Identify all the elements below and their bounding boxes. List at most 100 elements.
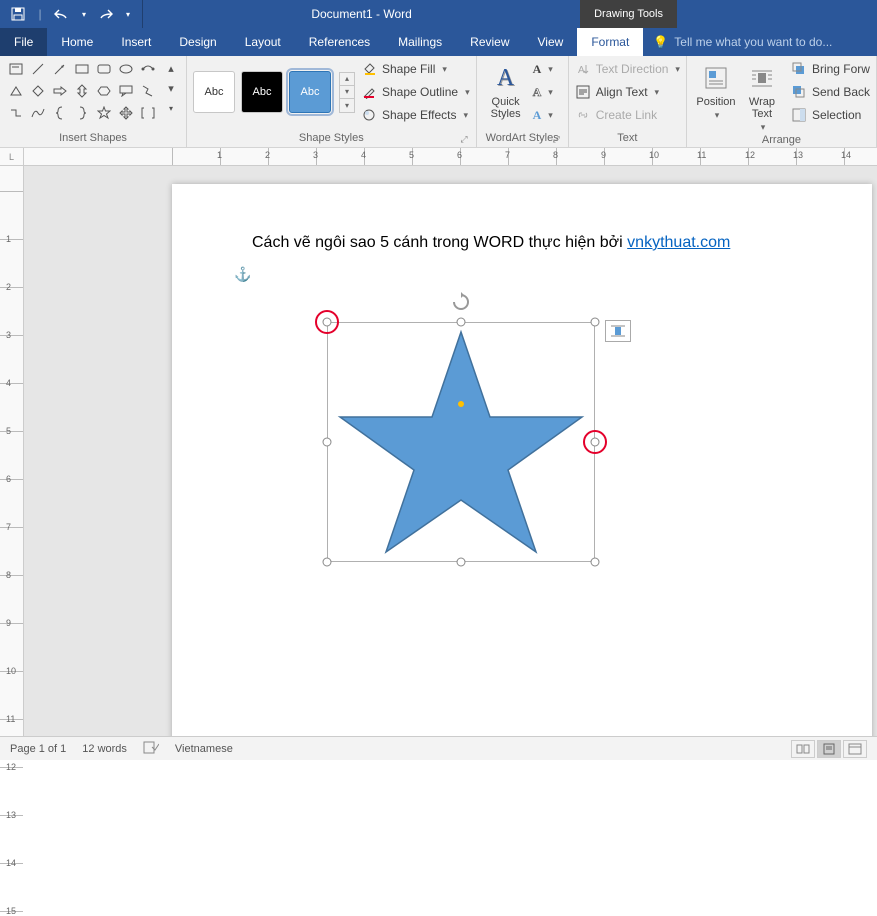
- shape-oval-icon[interactable]: [116, 59, 136, 79]
- undo-dropdown-icon[interactable]: ▾: [76, 2, 92, 26]
- shape-style-3[interactable]: Abc: [289, 71, 331, 113]
- layout-options-button[interactable]: [605, 320, 631, 342]
- group-insert-shapes: ▴ ▾ ▾ Insert Shapes: [0, 56, 187, 147]
- tab-design[interactable]: Design: [165, 28, 230, 56]
- bring-forward-button[interactable]: Bring Forw: [791, 59, 870, 79]
- proofing-icon[interactable]: [143, 740, 159, 757]
- view-read-mode-icon[interactable]: [791, 740, 815, 758]
- shape-curve-icon[interactable]: [28, 103, 48, 123]
- tab-mailings[interactable]: Mailings: [384, 28, 456, 56]
- group-label-insert-shapes: Insert Shapes: [6, 129, 180, 147]
- status-words[interactable]: 12 words: [82, 743, 127, 755]
- text-direction-button[interactable]: A Text Direction▾: [575, 59, 680, 79]
- shape-bracket-icon[interactable]: [138, 103, 158, 123]
- shape-style-2[interactable]: Abc: [241, 71, 283, 113]
- tab-layout[interactable]: Layout: [231, 28, 295, 56]
- group-label-arrange: Arrange: [693, 133, 870, 147]
- handle-tc[interactable]: [457, 318, 466, 327]
- selection-pane-button[interactable]: Selection: [791, 105, 870, 125]
- anchor-icon[interactable]: ⚓: [234, 266, 251, 283]
- shape-fill-button[interactable]: Shape Fill▾: [361, 59, 470, 79]
- shapes-gallery[interactable]: [6, 59, 158, 123]
- document-scroll[interactable]: Cách vẽ ngôi sao 5 cánh trong WORD thực …: [24, 166, 877, 736]
- view-web-layout-icon[interactable]: [843, 740, 867, 758]
- status-bar: Page 1 of 1 12 words Vietnamese: [0, 736, 877, 760]
- redo-button[interactable]: [94, 2, 118, 26]
- tell-me-search[interactable]: 💡 Tell me what you want to do...: [643, 28, 877, 56]
- shape-edit-icon[interactable]: [138, 59, 158, 79]
- shape-outline-button[interactable]: Shape Outline▾: [361, 82, 470, 102]
- shape-diamond-icon[interactable]: [28, 81, 48, 101]
- title-bar: | ▾ ▾ Document1 - Word Drawing Tools: [0, 0, 877, 28]
- save-button[interactable]: [6, 2, 30, 26]
- shape-arrow-line-icon[interactable]: [50, 59, 70, 79]
- shape-arrow-quad-icon[interactable]: [116, 103, 136, 123]
- selected-shape[interactable]: [327, 322, 595, 562]
- handle-br[interactable]: [591, 558, 600, 567]
- tab-view[interactable]: View: [524, 28, 578, 56]
- style-scroll-down-icon[interactable]: ▾: [340, 86, 354, 99]
- shape-connector-icon[interactable]: [6, 103, 26, 123]
- shape-effects-button[interactable]: Shape Effects▾: [361, 105, 470, 125]
- horizontal-ruler[interactable]: 12345678910111213141516171819: [24, 148, 877, 166]
- shape-style-1[interactable]: Abc: [193, 71, 235, 113]
- handle-tr[interactable]: [591, 318, 600, 327]
- tab-references[interactable]: References: [295, 28, 384, 56]
- view-print-layout-icon[interactable]: [817, 740, 841, 758]
- shape-rect-icon[interactable]: [72, 59, 92, 79]
- shape-line-icon[interactable]: [28, 59, 48, 79]
- quick-styles-button[interactable]: A Quick Styles: [483, 59, 529, 125]
- shape-edit-points-icon[interactable]: [138, 81, 158, 101]
- text-effects-button[interactable]: A▾: [533, 105, 553, 125]
- page[interactable]: Cách vẽ ngôi sao 5 cánh trong WORD thực …: [172, 184, 872, 736]
- highlight-circle-2: [583, 430, 607, 454]
- tell-me-placeholder: Tell me what you want to do...: [674, 35, 832, 49]
- contextual-tab-label: Drawing Tools: [580, 0, 677, 28]
- style-scroll-up-icon[interactable]: ▴: [340, 73, 354, 86]
- handle-bl[interactable]: [323, 558, 332, 567]
- tab-review[interactable]: Review: [456, 28, 523, 56]
- shape-roundrect-icon[interactable]: [94, 59, 114, 79]
- shape-star-icon[interactable]: [94, 103, 114, 123]
- status-language[interactable]: Vietnamese: [175, 743, 233, 755]
- document-link[interactable]: vnkythuat.com: [627, 234, 730, 251]
- shape-arrow-updown-icon[interactable]: [72, 81, 92, 101]
- undo-button[interactable]: [50, 2, 74, 26]
- vertical-ruler[interactable]: 123456789101112131415: [0, 166, 24, 736]
- qat-customize-icon[interactable]: ▾: [120, 2, 136, 26]
- status-page[interactable]: Page 1 of 1: [10, 743, 66, 755]
- shape-callout-icon[interactable]: [116, 81, 136, 101]
- shapes-scroll-down-icon[interactable]: ▾: [162, 79, 180, 97]
- position-button[interactable]: Position▾: [693, 59, 739, 133]
- selection-pane-icon: [791, 107, 807, 123]
- rotate-handle-icon[interactable]: [451, 292, 471, 315]
- wrap-text-button[interactable]: Wrap Text▾: [739, 59, 785, 133]
- handle-ml[interactable]: [323, 438, 332, 447]
- shape-hexagon-icon[interactable]: [94, 81, 114, 101]
- handle-bc[interactable]: [457, 558, 466, 567]
- create-link-button[interactable]: Create Link: [575, 105, 680, 125]
- shape-styles-launcher-icon[interactable]: ⤢: [460, 134, 467, 145]
- wordart-launcher-icon[interactable]: ⤢: [553, 134, 560, 145]
- text-fill-button[interactable]: A▾: [533, 59, 553, 79]
- tab-insert[interactable]: Insert: [107, 28, 165, 56]
- wordart-a-icon: A: [497, 65, 514, 91]
- text-outline-button[interactable]: A▾: [533, 82, 553, 102]
- send-backward-button[interactable]: Send Back: [791, 82, 870, 102]
- shape-brace2-icon[interactable]: [72, 103, 92, 123]
- style-more-icon[interactable]: ▾: [340, 99, 354, 112]
- text-direction-label: Text Direction: [596, 62, 669, 76]
- shape-brace-icon[interactable]: [50, 103, 70, 123]
- quick-access-toolbar: | ▾ ▾: [0, 0, 143, 28]
- shape-textbox-icon[interactable]: [6, 59, 26, 79]
- tab-format[interactable]: Format: [577, 28, 643, 56]
- align-text-button[interactable]: Align Text▾: [575, 82, 680, 102]
- shapes-more-icon[interactable]: ▾: [162, 99, 180, 117]
- shape-arrow-right-icon[interactable]: [50, 81, 70, 101]
- shape-triangle-icon[interactable]: [6, 81, 26, 101]
- shapes-scroll-up-icon[interactable]: ▴: [162, 59, 180, 77]
- document-paragraph[interactable]: Cách vẽ ngôi sao 5 cánh trong WORD thực …: [252, 234, 792, 252]
- tab-home[interactable]: Home: [47, 28, 107, 56]
- qat-sep-icon: |: [32, 2, 48, 26]
- tab-file[interactable]: File: [0, 28, 47, 56]
